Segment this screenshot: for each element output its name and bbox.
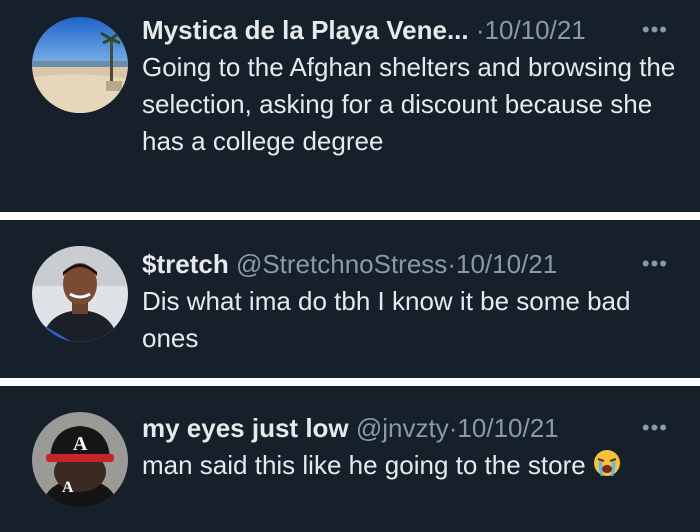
separator-dot: · xyxy=(447,249,456,279)
display-name[interactable]: Mystica de la Playa Vene... xyxy=(142,15,469,45)
tweet-feed: Mystica de la Playa Vene... ·10/10/21 ••… xyxy=(0,0,700,532)
tweet-card[interactable]: Mystica de la Playa Vene... ·10/10/21 ••… xyxy=(0,0,700,212)
tweet-card[interactable]: $tretch @StretchnoStress·10/10/21 ••• Di… xyxy=(0,220,700,378)
more-dots-icon[interactable]: ••• xyxy=(642,12,668,48)
loudly-crying-face-emoji-icon xyxy=(592,448,622,488)
tweet-header: Mystica de la Playa Vene... ·10/10/21 ••… xyxy=(142,12,676,48)
user-handle[interactable]: @StretchnoStress xyxy=(236,249,447,279)
tweet-date[interactable]: 10/10/21 xyxy=(485,15,586,45)
tweet-content: my eyes just low @jnvzty·10/10/21 ••• ma… xyxy=(142,410,676,488)
separator-dot: · xyxy=(475,15,485,45)
svg-text:A: A xyxy=(62,479,74,496)
tweet-header: $tretch @StretchnoStress·10/10/21 ••• xyxy=(142,246,676,282)
more-dots-icon[interactable]: ••• xyxy=(642,410,668,446)
cap-avatar-image: A A xyxy=(32,412,128,508)
svg-text:A: A xyxy=(73,433,88,455)
tweet-text: Going to the Afghan shelters and browsin… xyxy=(142,52,676,156)
person-avatar-image xyxy=(32,246,128,342)
display-name[interactable]: my eyes just low xyxy=(142,413,349,443)
tweet-header: my eyes just low @jnvzty·10/10/21 ••• xyxy=(142,410,676,446)
tweet-text-line: man said this like he going to the store xyxy=(142,447,676,488)
tweet-content: $tretch @StretchnoStress·10/10/21 ••• Di… xyxy=(142,246,676,357)
tweet-content: Mystica de la Playa Vene... ·10/10/21 ••… xyxy=(142,12,676,160)
avatar[interactable] xyxy=(32,17,128,113)
more-dots-icon[interactable]: ••• xyxy=(642,246,668,282)
beach-avatar-image xyxy=(32,17,128,113)
avatar[interactable] xyxy=(32,246,128,342)
tweet-text: man said this like he going to the store xyxy=(142,450,586,480)
display-name[interactable]: $tretch xyxy=(142,249,229,279)
tweet-date[interactable]: 10/10/21 xyxy=(456,249,557,279)
tweet-card[interactable]: A A my eyes just low @jnvzty·10/10/21 ••… xyxy=(0,386,700,532)
tweet-date[interactable]: 10/10/21 xyxy=(457,413,558,443)
avatar[interactable]: A A xyxy=(32,412,128,508)
user-handle[interactable]: @jnvzty xyxy=(356,413,449,443)
tweet-text: Dis what ima do tbh I know it be some ba… xyxy=(142,286,631,353)
